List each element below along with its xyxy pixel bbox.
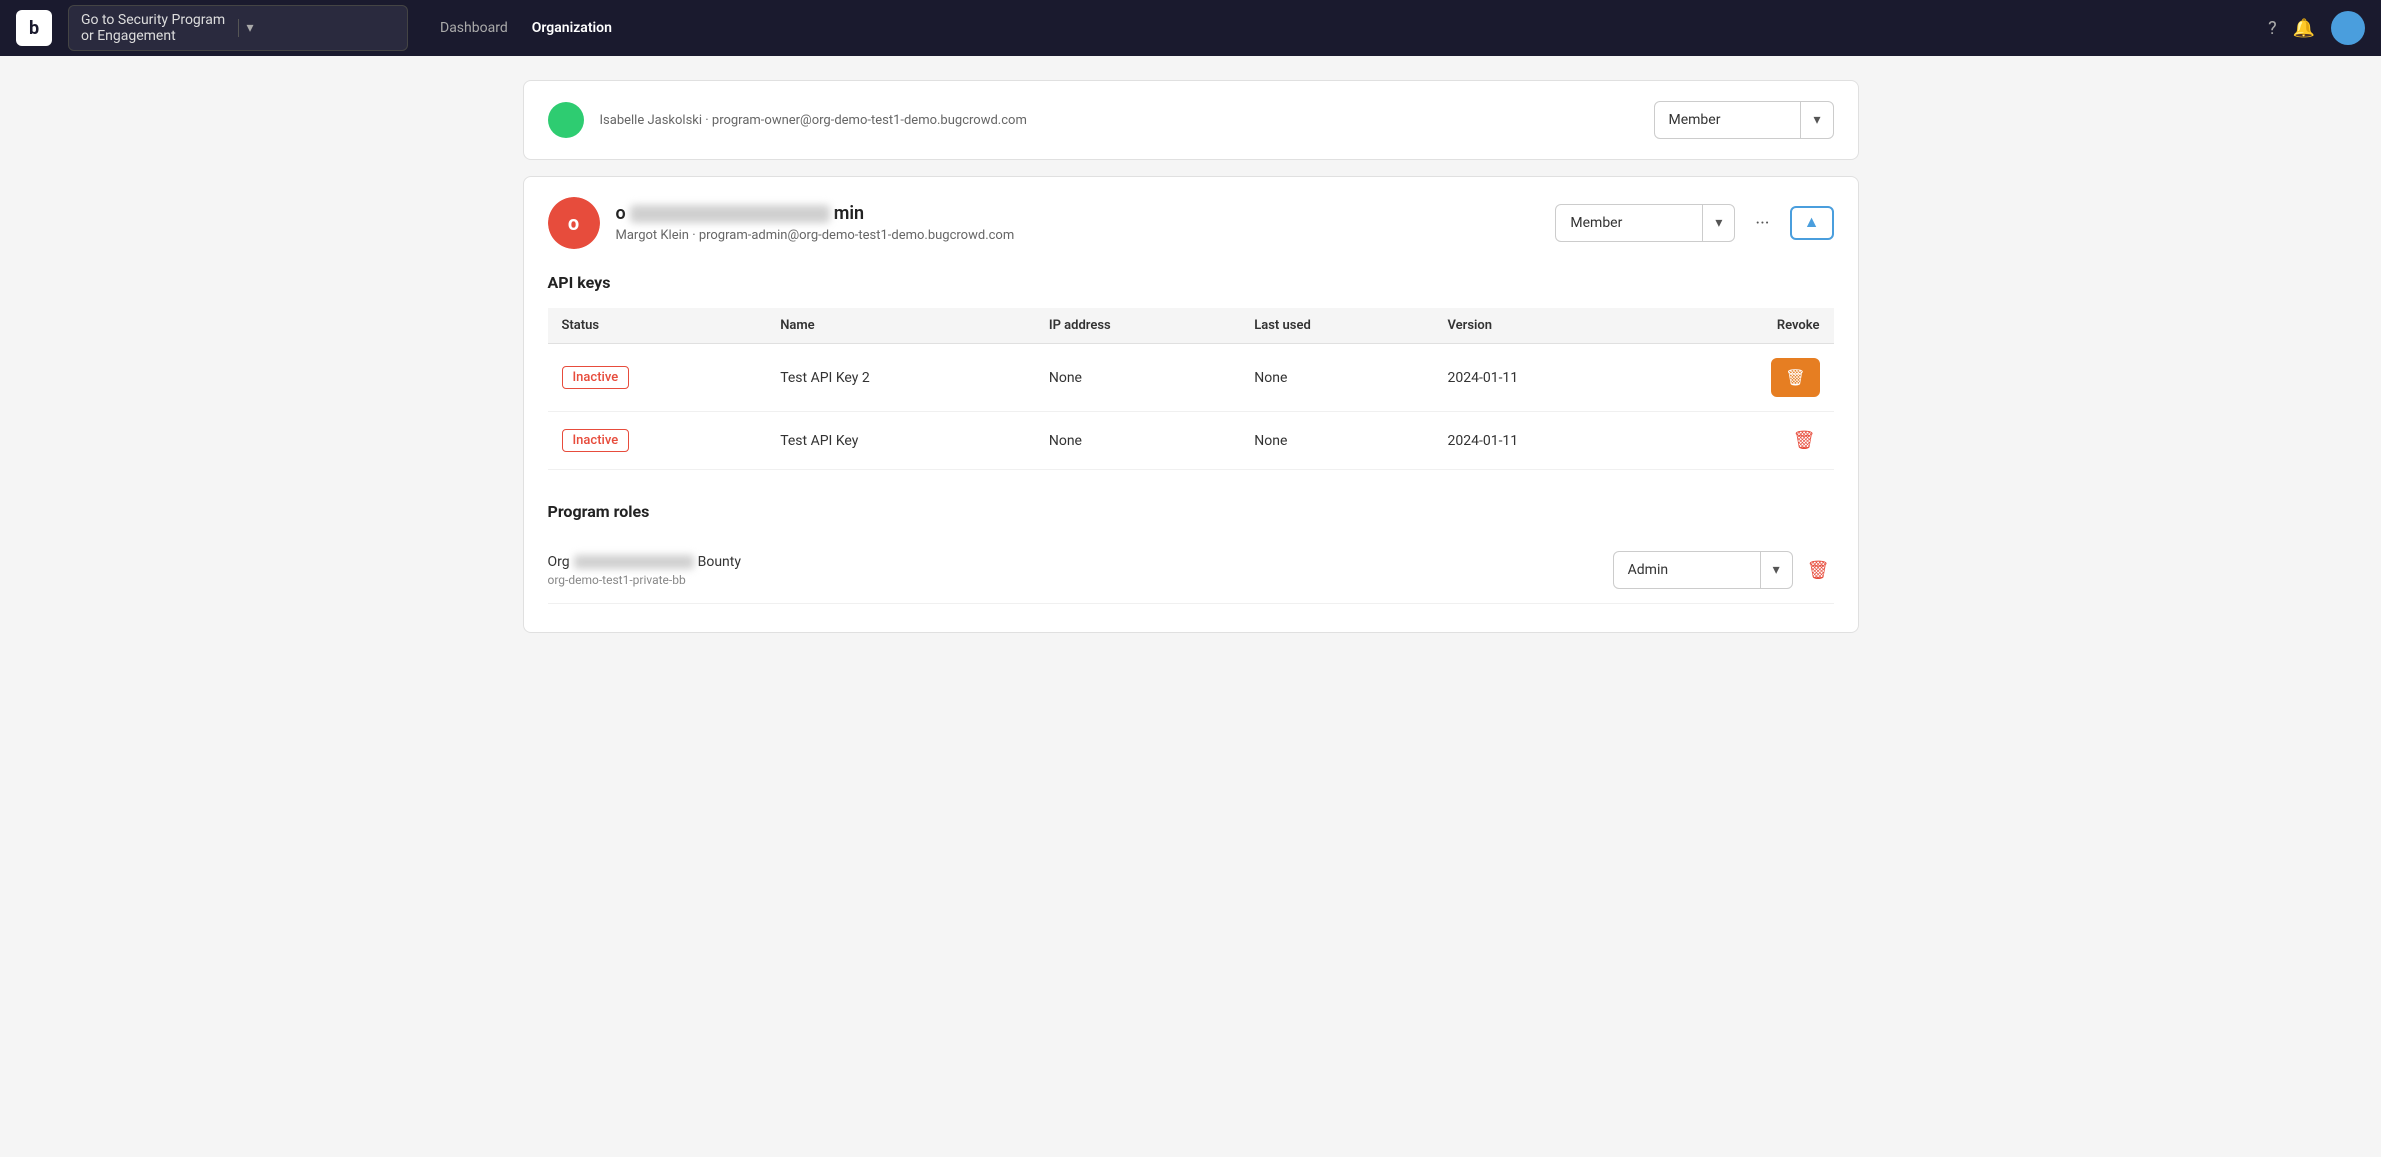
user-name-prefix: o <box>616 203 626 224</box>
row2-last-used: None <box>1240 412 1433 470</box>
trash-icon: 🗑 <box>1807 560 1830 581</box>
row1-name: Test API Key 2 <box>766 344 1035 412</box>
trash-icon: 🗑 <box>1785 368 1805 387</box>
security-program-dropdown[interactable]: Go to Security Program or Engagement ▾ <box>68 5 408 51</box>
bell-icon[interactable]: 🔔 <box>2293 18 2315 39</box>
navbar: b Go to Security Program or Engagement ▾… <box>0 0 2381 56</box>
collapse-button[interactable]: ▲ <box>1790 206 1834 240</box>
prev-user-name-email: Isabelle Jaskolski · program-owner@org-d… <box>600 113 1638 128</box>
prev-user-separator: · <box>705 113 712 128</box>
role-name-prefix: Org <box>548 554 570 570</box>
role-name-suffix: Bounty <box>698 554 741 570</box>
navbar-right: ? 🔔 <box>2268 11 2365 45</box>
status-badge-inactive-2: Inactive <box>562 429 630 452</box>
api-table-header-row: Status Name IP address Last used Version… <box>548 308 1834 344</box>
admin-role-label: Admin <box>1614 554 1760 586</box>
email-separator: · <box>692 228 699 243</box>
revoke-button[interactable]: 🗑 <box>1789 426 1820 455</box>
user-name-blur <box>630 205 830 223</box>
chevron-down-icon: ▾ <box>247 20 396 36</box>
help-icon[interactable]: ? <box>2268 18 2277 39</box>
chevron-down-icon[interactable]: ▾ <box>1703 207 1734 239</box>
expanded-section: API keys Status Name IP address Last use… <box>548 249 1834 612</box>
prev-user-avatar-img <box>548 102 584 138</box>
row1-revoke: 🗑 <box>1659 344 1833 412</box>
user-card-header: o o min Margot Klein · program-admin@org… <box>548 197 1834 249</box>
table-row: Inactive Test API Key None None 2024-01-… <box>548 412 1834 470</box>
more-options-button[interactable]: ··· <box>1747 209 1777 238</box>
row2-version: 2024-01-11 <box>1433 412 1659 470</box>
row2-name: Test API Key <box>766 412 1035 470</box>
row2-ip: None <box>1035 412 1240 470</box>
user-info: o min Margot Klein · program-admin@org-d… <box>616 203 1540 243</box>
col-status: Status <box>548 308 767 344</box>
user-sub-name: Margot Klein <box>616 228 689 243</box>
prev-user-header: Isabelle Jaskolski · program-owner@org-d… <box>548 101 1834 139</box>
program-roles-title: Program roles <box>548 502 1834 521</box>
user-avatar[interactable] <box>2331 11 2365 45</box>
main-content: Isabelle Jaskolski · program-owner@org-d… <box>491 56 1891 673</box>
table-row: Inactive Test API Key 2 None None 2024-0… <box>548 344 1834 412</box>
api-keys-title: API keys <box>548 273 1834 292</box>
user-name-suffix: min <box>834 203 864 224</box>
user-card: o o min Margot Klein · program-admin@org… <box>523 176 1859 633</box>
user-email: Margot Klein · program-admin@org-demo-te… <box>616 228 1540 243</box>
col-version: Version <box>1433 308 1659 344</box>
role-label: Member <box>1556 207 1702 239</box>
row1-ip: None <box>1035 344 1240 412</box>
admin-chevron-down-icon[interactable]: ▾ <box>1761 554 1792 586</box>
nav-organization[interactable]: Organization <box>532 20 612 36</box>
row2-status: Inactive <box>548 412 767 470</box>
api-table-body: Inactive Test API Key 2 None None 2024-0… <box>548 344 1834 470</box>
col-name: Name <box>766 308 1035 344</box>
status-badge-inactive: Inactive <box>562 366 630 389</box>
program-roles-section: Program roles Org Bounty org-demo-test1-… <box>548 502 1834 604</box>
role-dropdown[interactable]: Member ▾ <box>1555 204 1735 242</box>
row1-last-used: None <box>1240 344 1433 412</box>
row1-status: Inactive <box>548 344 767 412</box>
prev-user-actions: Member ▾ <box>1654 101 1834 139</box>
trash-icon: 🗑 <box>1793 430 1816 451</box>
nav-dashboard[interactable]: Dashboard <box>440 20 508 36</box>
program-role-item: Org Bounty org-demo-test1-private-bb Adm… <box>548 537 1834 604</box>
role-name-blur <box>574 555 694 569</box>
program-role-delete-button[interactable]: 🗑 <box>1803 556 1834 585</box>
user-name: o min <box>616 203 1540 224</box>
prev-user-name: Isabelle Jaskolski <box>600 113 703 128</box>
dropdown-label: Go to Security Program or Engagement <box>81 12 230 44</box>
program-role-name: Org Bounty <box>548 554 1613 570</box>
api-keys-table: Status Name IP address Last used Version… <box>548 308 1834 470</box>
dropdown-divider <box>238 19 239 37</box>
prev-user-card: Isabelle Jaskolski · program-owner@org-d… <box>523 80 1859 160</box>
col-revoke: Revoke <box>1659 308 1833 344</box>
col-ip: IP address <box>1035 308 1240 344</box>
row2-revoke: 🗑 <box>1659 412 1833 470</box>
prev-drop-btn[interactable]: ▾ <box>1801 104 1832 136</box>
api-table-header: Status Name IP address Last used Version… <box>548 308 1834 344</box>
user-avatar-img: o <box>548 197 600 249</box>
program-role-info: Org Bounty org-demo-test1-private-bb <box>548 554 1613 587</box>
program-role-sub: org-demo-test1-private-bb <box>548 573 1613 587</box>
prev-user-email: program-owner@org-demo-test1-demo.bugcro… <box>712 113 1027 128</box>
program-role-actions: Admin ▾ 🗑 <box>1613 551 1834 589</box>
row1-version: 2024-01-11 <box>1433 344 1659 412</box>
user-card-actions: Member ▾ ··· ▲ <box>1555 204 1833 242</box>
navbar-nav: Dashboard Organization <box>440 20 612 36</box>
prev-role-label: Member <box>1655 104 1801 136</box>
admin-role-dropdown[interactable]: Admin ▾ <box>1613 551 1793 589</box>
col-last-used: Last used <box>1240 308 1433 344</box>
user-email-address: program-admin@org-demo-test1-demo.bugcro… <box>699 228 1014 243</box>
revoke-highlighted-button[interactable]: 🗑 <box>1771 358 1819 397</box>
prev-role-dropdown[interactable]: Member ▾ <box>1654 101 1834 139</box>
user-avatar-container: o <box>548 197 600 249</box>
logo-text: b <box>29 18 39 39</box>
logo[interactable]: b <box>16 10 52 46</box>
prev-user-info: Isabelle Jaskolski · program-owner@org-d… <box>600 113 1638 128</box>
